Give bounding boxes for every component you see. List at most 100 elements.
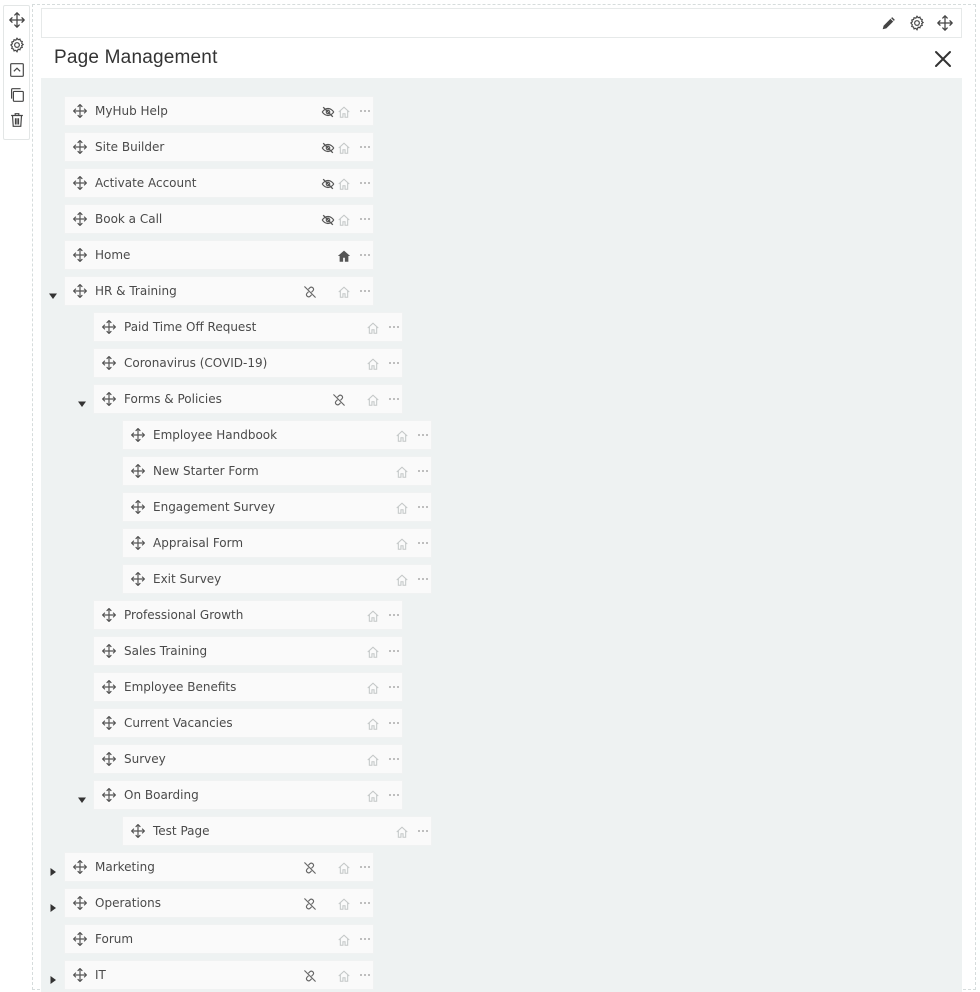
more-icon[interactable]: [388, 711, 400, 724]
move-icon[interactable]: [72, 211, 88, 227]
home-icon[interactable]: [366, 716, 380, 730]
home-icon[interactable]: [395, 824, 409, 838]
home-icon[interactable]: [366, 320, 380, 334]
tree-row[interactable]: Survey: [93, 744, 403, 774]
home-icon[interactable]: [366, 356, 380, 370]
move-icon[interactable]: [130, 499, 146, 515]
home-icon[interactable]: [395, 536, 409, 550]
more-icon[interactable]: [359, 171, 371, 184]
more-icon[interactable]: [417, 459, 429, 472]
pencil-icon[interactable]: [879, 13, 899, 33]
move-icon[interactable]: [72, 931, 88, 947]
tree-row[interactable]: Appraisal Form: [122, 528, 432, 558]
trash-icon[interactable]: [6, 109, 28, 131]
more-icon[interactable]: [417, 819, 429, 832]
tree-row[interactable]: Forum: [64, 924, 374, 954]
collapse-icon[interactable]: [6, 59, 28, 81]
more-icon[interactable]: [359, 135, 371, 148]
move-icon[interactable]: [72, 283, 88, 299]
unlink-icon[interactable]: [303, 284, 317, 298]
home-icon[interactable]: [337, 860, 351, 874]
home-icon[interactable]: [337, 248, 351, 262]
move-icon[interactable]: [101, 643, 117, 659]
gear-icon[interactable]: [6, 34, 28, 56]
move-icon[interactable]: [101, 787, 117, 803]
caret-down-icon[interactable]: [77, 790, 87, 803]
move-icon[interactable]: [72, 895, 88, 911]
tree-row[interactable]: Operations: [64, 888, 374, 918]
home-icon[interactable]: [395, 500, 409, 514]
home-icon[interactable]: [337, 284, 351, 298]
home-icon[interactable]: [337, 140, 351, 154]
unlink-icon[interactable]: [332, 392, 346, 406]
home-icon[interactable]: [395, 428, 409, 442]
eye-slash-icon[interactable]: [321, 140, 335, 154]
more-icon[interactable]: [388, 747, 400, 760]
move-icon[interactable]: [130, 427, 146, 443]
home-icon[interactable]: [337, 968, 351, 982]
more-icon[interactable]: [359, 279, 371, 292]
tree-row[interactable]: Book a Call: [64, 204, 374, 234]
more-icon[interactable]: [388, 315, 400, 328]
move-icon[interactable]: [130, 571, 146, 587]
caret-right-icon[interactable]: [48, 970, 58, 984]
home-icon[interactable]: [366, 608, 380, 622]
tree-row[interactable]: Employee Benefits: [93, 672, 403, 702]
home-icon[interactable]: [366, 788, 380, 802]
more-icon[interactable]: [417, 567, 429, 580]
move-icon[interactable]: [101, 607, 117, 623]
more-icon[interactable]: [417, 531, 429, 544]
move-icon[interactable]: [101, 319, 117, 335]
move-icon[interactable]: [130, 823, 146, 839]
caret-down-icon[interactable]: [77, 394, 87, 407]
eye-slash-icon[interactable]: [321, 212, 335, 226]
eye-slash-icon[interactable]: [321, 104, 335, 118]
more-icon[interactable]: [359, 927, 371, 940]
move-icon[interactable]: [6, 9, 28, 31]
tree-row[interactable]: Test Page: [122, 816, 432, 846]
tree-row[interactable]: New Starter Form: [122, 456, 432, 486]
more-icon[interactable]: [388, 675, 400, 688]
move-icon[interactable]: [72, 967, 88, 983]
more-icon[interactable]: [388, 603, 400, 616]
unlink-icon[interactable]: [303, 896, 317, 910]
caret-right-icon[interactable]: [48, 898, 58, 912]
tree-row[interactable]: Professional Growth: [93, 600, 403, 630]
tree-row[interactable]: Marketing: [64, 852, 374, 882]
more-icon[interactable]: [359, 99, 371, 112]
unlink-icon[interactable]: [303, 860, 317, 874]
home-icon[interactable]: [337, 932, 351, 946]
more-icon[interactable]: [359, 891, 371, 904]
more-icon[interactable]: [359, 963, 371, 976]
move-icon[interactable]: [935, 13, 955, 33]
caret-right-icon[interactable]: [48, 862, 58, 876]
caret-down-icon[interactable]: [48, 286, 58, 299]
tree-row[interactable]: Sales Training: [93, 636, 403, 666]
home-icon[interactable]: [337, 104, 351, 118]
home-icon[interactable]: [395, 572, 409, 586]
move-icon[interactable]: [101, 355, 117, 371]
move-icon[interactable]: [101, 391, 117, 407]
unlink-icon[interactable]: [303, 968, 317, 982]
tree-row[interactable]: Engagement Survey: [122, 492, 432, 522]
home-icon[interactable]: [395, 464, 409, 478]
home-icon[interactable]: [366, 680, 380, 694]
move-icon[interactable]: [130, 463, 146, 479]
move-icon[interactable]: [130, 535, 146, 551]
home-icon[interactable]: [337, 212, 351, 226]
move-icon[interactable]: [72, 139, 88, 155]
more-icon[interactable]: [417, 495, 429, 508]
eye-slash-icon[interactable]: [321, 176, 335, 190]
tree-row[interactable]: IT: [64, 960, 374, 990]
more-icon[interactable]: [359, 243, 371, 256]
home-icon[interactable]: [366, 752, 380, 766]
move-icon[interactable]: [101, 715, 117, 731]
more-icon[interactable]: [359, 855, 371, 868]
gear-icon[interactable]: [907, 13, 927, 33]
more-icon[interactable]: [359, 207, 371, 220]
move-icon[interactable]: [72, 103, 88, 119]
more-icon[interactable]: [388, 639, 400, 652]
move-icon[interactable]: [72, 859, 88, 875]
tree-row[interactable]: Paid Time Off Request: [93, 312, 403, 342]
more-icon[interactable]: [388, 351, 400, 364]
